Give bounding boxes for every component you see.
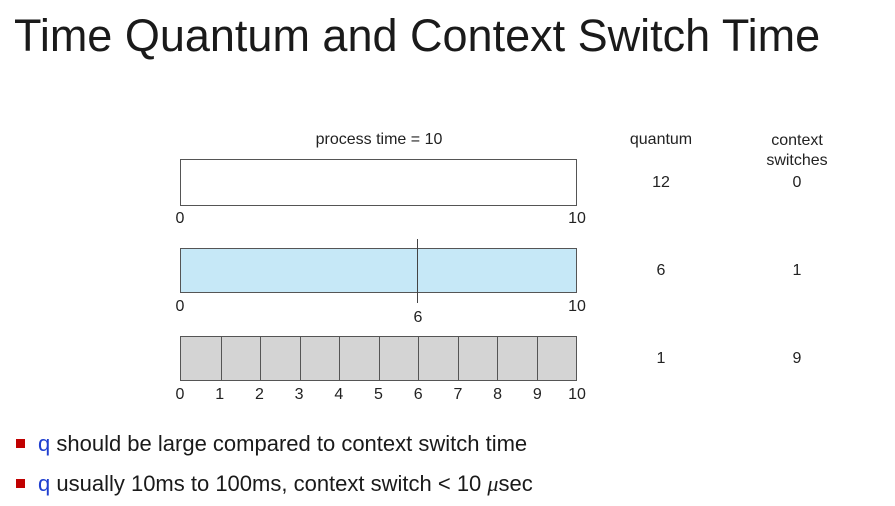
segment-divider bbox=[260, 337, 261, 380]
mu-symbol: μ bbox=[487, 471, 499, 496]
slide-title: Time Quantum and Context Switch Time bbox=[14, 10, 821, 61]
segment-divider bbox=[339, 337, 340, 380]
row2-switches-value: 1 bbox=[792, 262, 802, 279]
bullet-square-icon bbox=[16, 439, 25, 448]
segment-divider bbox=[497, 337, 498, 380]
row2-quantum-value: 6 bbox=[656, 262, 666, 279]
tick-label: 1 bbox=[215, 386, 225, 403]
tick-label: 6 bbox=[413, 386, 423, 403]
segment-divider bbox=[221, 337, 222, 380]
row1-switches-value: 0 bbox=[792, 174, 802, 191]
row3-quantum-value: 1 bbox=[656, 350, 666, 367]
tick-label: 2 bbox=[254, 386, 264, 403]
timeline-bar-quantum-1 bbox=[180, 336, 577, 381]
tick-label: 10 bbox=[568, 386, 586, 403]
tick-label: 7 bbox=[453, 386, 463, 403]
diagram-header: process time = 10 bbox=[315, 131, 443, 148]
timeline-bar-quantum-6 bbox=[180, 248, 577, 293]
tick-label: 0 bbox=[175, 386, 185, 403]
bullet-square-icon bbox=[16, 479, 25, 488]
quantum-column-header: quantum bbox=[629, 131, 693, 148]
q-variable: q bbox=[38, 471, 51, 496]
bullet-item: q usually 10ms to 100ms, context switch … bbox=[16, 464, 533, 504]
bullet-text: should be large compared to context swit… bbox=[50, 431, 528, 456]
quantum-marker-line bbox=[417, 239, 418, 303]
context-switches-column-header: context switches bbox=[766, 132, 828, 169]
row2-marker-label: 6 bbox=[413, 309, 423, 326]
tick-label: 4 bbox=[334, 386, 344, 403]
segment-divider bbox=[300, 337, 301, 380]
bullet-text: usually 10ms to 100ms, context switch < … bbox=[50, 471, 488, 496]
tick-label: 8 bbox=[493, 386, 503, 403]
tick-label: 5 bbox=[374, 386, 383, 403]
row2-end-label: 10 bbox=[568, 298, 586, 315]
timeline-bar-quantum-12 bbox=[180, 159, 577, 206]
segment-divider bbox=[537, 337, 538, 380]
bullet-item: q should be large compared to context sw… bbox=[16, 424, 533, 464]
row1-end-label: 10 bbox=[568, 210, 586, 227]
row1-quantum-value: 12 bbox=[652, 174, 670, 191]
row1-start-label: 0 bbox=[175, 210, 185, 227]
tick-label: 9 bbox=[532, 386, 542, 403]
row3-switches-value: 9 bbox=[792, 350, 802, 367]
segment-divider bbox=[418, 337, 419, 380]
bullet-list: q should be large compared to context sw… bbox=[16, 424, 533, 504]
bullet-text-suffix: sec bbox=[498, 471, 533, 496]
tick-label: 3 bbox=[294, 386, 304, 403]
row2-start-label: 0 bbox=[175, 298, 185, 315]
q-variable: q bbox=[38, 431, 51, 456]
segment-divider bbox=[458, 337, 459, 380]
segment-divider bbox=[379, 337, 380, 380]
